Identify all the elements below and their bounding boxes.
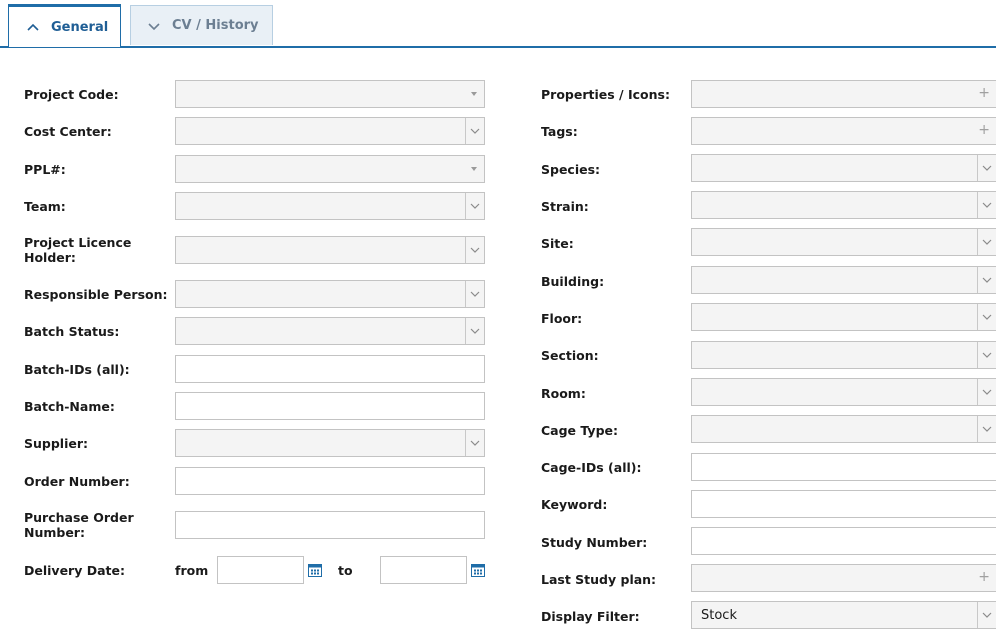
- delivery-date-label: Delivery Date:: [24, 563, 125, 578]
- ppl-label: PPL#:: [24, 162, 66, 177]
- batch-name-label: Batch-Name:: [24, 399, 115, 414]
- keyword-label: Keyword:: [541, 497, 608, 512]
- supplier-select[interactable]: [175, 429, 485, 457]
- purchase-order-number-input[interactable]: [175, 511, 485, 539]
- tab-underline: [0, 46, 996, 48]
- last-study-plan-label: Last Study plan:: [541, 572, 657, 587]
- last-study-plan-field[interactable]: +: [691, 564, 996, 592]
- cage-type-select[interactable]: [691, 415, 996, 443]
- chevron-down-icon[interactable]: [977, 416, 996, 442]
- tags-field[interactable]: +: [691, 117, 996, 145]
- building-select[interactable]: [691, 266, 996, 294]
- tab-general[interactable]: General: [8, 4, 121, 47]
- chevron-down-icon[interactable]: [977, 229, 996, 255]
- chevron-down-icon[interactable]: [465, 430, 484, 456]
- calendar-icon[interactable]: [471, 562, 485, 577]
- strain-select[interactable]: [691, 191, 996, 219]
- purchase-order-number-label-line2: Number:: [24, 525, 85, 540]
- ppl-select[interactable]: [175, 155, 485, 183]
- chevron-down-icon[interactable]: [977, 267, 996, 293]
- room-select[interactable]: [691, 378, 996, 406]
- batch-ids-label: Batch-IDs (all):: [24, 362, 130, 377]
- chevron-down-icon[interactable]: [465, 237, 484, 263]
- section-label: Section:: [541, 348, 599, 363]
- floor-label: Floor:: [541, 311, 583, 326]
- plus-icon[interactable]: +: [978, 85, 990, 101]
- chevron-down-icon[interactable]: [977, 155, 996, 181]
- tab-bar: General CV / History: [0, 0, 996, 48]
- team-label: Team:: [24, 199, 66, 214]
- site-label: Site:: [541, 236, 574, 251]
- study-number-label: Study Number:: [541, 535, 648, 550]
- dropdown-arrow-icon: [464, 81, 484, 107]
- cage-ids-label: Cage-IDs (all):: [541, 460, 642, 475]
- tags-label: Tags:: [541, 124, 578, 139]
- chevron-down-icon[interactable]: [977, 304, 996, 330]
- chevron-down-icon[interactable]: [465, 193, 484, 219]
- delivery-date-from-input[interactable]: [217, 556, 304, 584]
- species-select[interactable]: [691, 154, 996, 182]
- project-licence-holder-select[interactable]: [175, 236, 485, 264]
- display-filter-label: Display Filter:: [541, 609, 640, 624]
- plus-icon[interactable]: +: [978, 122, 990, 138]
- chevron-down-icon[interactable]: [977, 379, 996, 405]
- site-select[interactable]: [691, 228, 996, 256]
- responsible-person-label: Responsible Person:: [24, 287, 168, 302]
- supplier-label: Supplier:: [24, 436, 89, 451]
- building-label: Building:: [541, 274, 605, 289]
- delivery-date-to-label: to: [338, 563, 353, 578]
- order-number-input[interactable]: [175, 467, 485, 495]
- cost-center-select[interactable]: [175, 117, 485, 145]
- batch-status-select[interactable]: [175, 317, 485, 345]
- project-licence-holder-label-line2: Holder:: [24, 250, 76, 265]
- project-code-label: Project Code:: [24, 87, 119, 102]
- purchase-order-number-label: Purchase Order Number:: [24, 510, 134, 540]
- tab-cv-history[interactable]: CV / History: [130, 5, 273, 45]
- tab-cv-history-label: CV / History: [172, 18, 259, 33]
- chevron-down-icon[interactable]: [977, 342, 996, 368]
- properties-icons-label: Properties / Icons:: [541, 87, 670, 102]
- order-number-label: Order Number:: [24, 474, 130, 489]
- floor-select[interactable]: [691, 303, 996, 331]
- section-select[interactable]: [691, 341, 996, 369]
- dropdown-arrow-icon: [464, 156, 484, 182]
- keyword-input[interactable]: [691, 490, 996, 518]
- project-licence-holder-label-line1: Project Licence: [24, 235, 132, 250]
- properties-icons-field[interactable]: +: [691, 80, 996, 108]
- chevron-down-icon[interactable]: [465, 118, 484, 144]
- study-number-input[interactable]: [691, 527, 996, 555]
- cage-type-label: Cage Type:: [541, 423, 619, 438]
- species-label: Species:: [541, 162, 601, 177]
- chevron-down-icon[interactable]: [465, 281, 484, 307]
- team-select[interactable]: [175, 192, 485, 220]
- batch-name-input[interactable]: [175, 392, 485, 420]
- strain-label: Strain:: [541, 199, 589, 214]
- chevron-down-icon: [144, 16, 164, 36]
- chevron-down-icon[interactable]: [977, 192, 996, 218]
- chevron-down-icon[interactable]: [465, 318, 484, 344]
- delivery-date-from-label: from: [175, 563, 209, 578]
- cage-ids-input[interactable]: [691, 453, 996, 481]
- cost-center-label: Cost Center:: [24, 124, 112, 139]
- purchase-order-number-label-line1: Purchase Order: [24, 510, 134, 525]
- plus-icon[interactable]: +: [978, 569, 990, 585]
- batch-ids-input[interactable]: [175, 355, 485, 383]
- delivery-date-to-input[interactable]: [380, 556, 467, 584]
- responsible-person-select[interactable]: [175, 280, 485, 308]
- calendar-icon[interactable]: [308, 562, 322, 577]
- chevron-down-icon[interactable]: [977, 602, 996, 628]
- project-licence-holder-label: Project Licence Holder:: [24, 235, 131, 265]
- display-filter-value: Stock: [701, 608, 737, 623]
- display-filter-select[interactable]: Stock: [691, 601, 996, 629]
- room-label: Room:: [541, 386, 586, 401]
- project-code-select[interactable]: [175, 80, 485, 108]
- tab-general-label: General: [51, 19, 109, 35]
- chevron-up-icon: [23, 17, 43, 37]
- batch-status-label: Batch Status:: [24, 324, 120, 339]
